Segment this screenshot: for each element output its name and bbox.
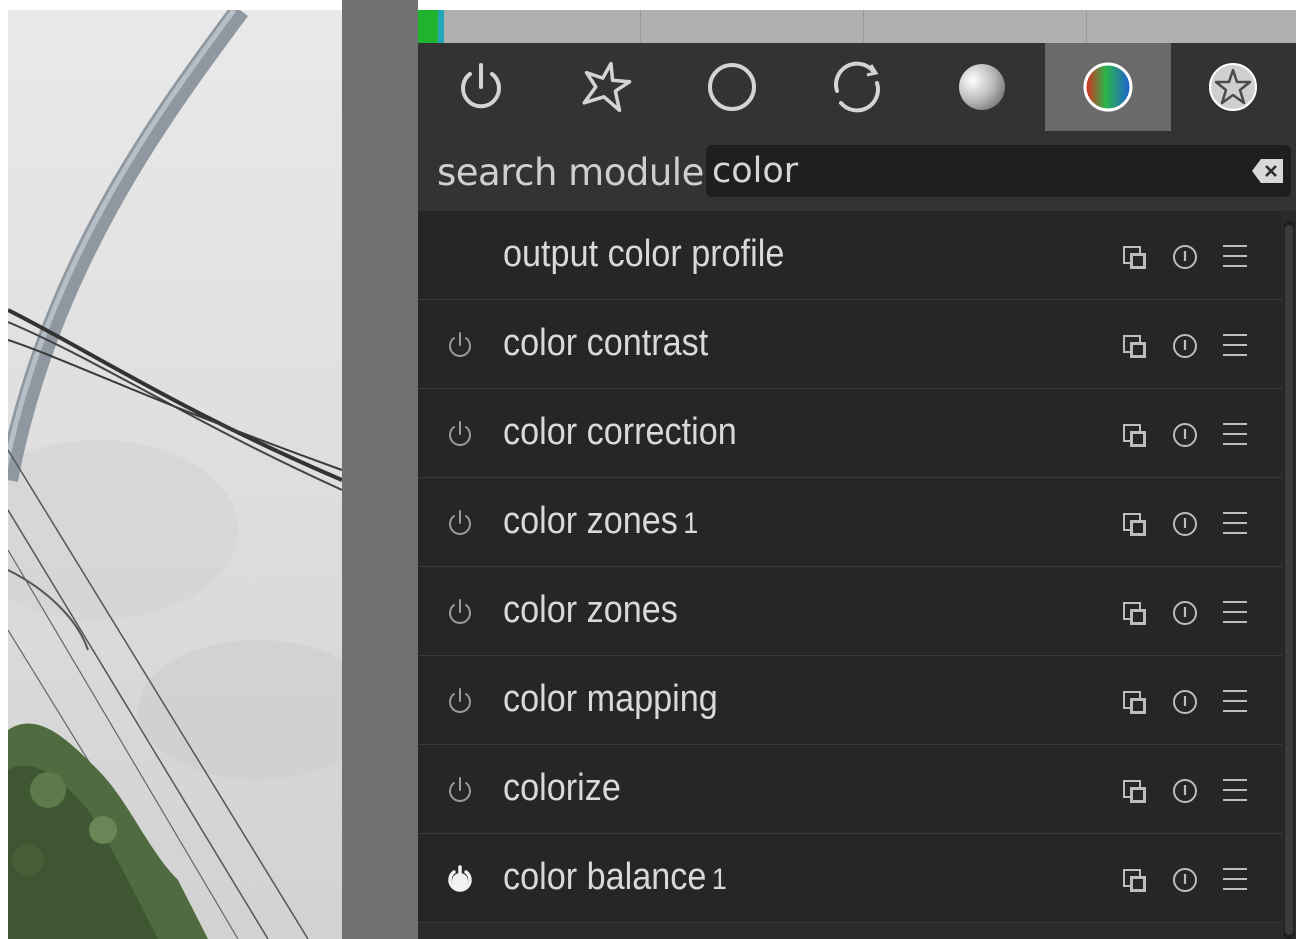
presets-menu-icon[interactable] — [1220, 686, 1250, 716]
color-sphere-icon — [1083, 62, 1133, 112]
reset-icon[interactable] — [1170, 687, 1200, 717]
tab-grayscale-group[interactable] — [920, 43, 1045, 131]
tab-tone-group[interactable] — [794, 43, 919, 131]
tab-color-group[interactable] — [1045, 43, 1171, 131]
module-group-tabs — [418, 43, 1296, 131]
module-name: colorize — [503, 763, 626, 816]
module-name-text: color mapping — [503, 678, 718, 720]
module-name-text: output color profile — [503, 233, 785, 275]
panel-gutter — [342, 0, 418, 939]
module-header-5[interactable]: color mapping — [418, 656, 1282, 745]
reset-icon[interactable] — [1170, 598, 1200, 628]
histogram-green-marker — [418, 10, 438, 43]
multi-instance-icon[interactable] — [1120, 599, 1150, 629]
presets-menu-icon[interactable] — [1220, 241, 1250, 271]
module-power-icon[interactable] — [444, 774, 476, 806]
presets-menu-icon[interactable] — [1220, 508, 1250, 538]
multi-instance-icon[interactable] — [1120, 421, 1150, 451]
gray-sphere-icon — [959, 64, 1006, 110]
module-name: color correction — [503, 407, 742, 460]
module-power-icon[interactable] — [444, 329, 476, 361]
module-name-text: colorize — [503, 767, 621, 809]
module-name: output color profile — [503, 229, 790, 282]
presets-menu-icon[interactable] — [1220, 864, 1250, 894]
module-header-4[interactable]: color zones — [418, 567, 1282, 656]
module-name: color zones 1 — [503, 496, 698, 549]
tab-active-modules[interactable] — [418, 43, 543, 131]
clear-search-icon[interactable] — [1251, 158, 1285, 184]
search-box[interactable] — [706, 145, 1291, 197]
histogram-strip — [418, 10, 1296, 43]
presets-menu-icon[interactable] — [1220, 419, 1250, 449]
module-header-6[interactable]: colorize — [418, 745, 1282, 834]
rotate-icon — [833, 61, 880, 113]
module-power-icon[interactable] — [444, 685, 476, 717]
module-name: color balance 1 — [503, 852, 727, 905]
module-instance-number: 1 — [683, 507, 699, 540]
module-power-icon[interactable] — [444, 863, 476, 895]
module-name-text: color correction — [503, 411, 737, 453]
module-name: color contrast — [503, 318, 714, 371]
module-header-0[interactable]: output color profile — [418, 211, 1282, 300]
search-module-label: search module — [437, 151, 704, 194]
histogram-divider — [1086, 10, 1087, 43]
module-power-icon[interactable] — [444, 507, 476, 539]
module-header-2[interactable]: color correction — [418, 389, 1282, 478]
circle-icon — [707, 63, 756, 111]
tab-effects-group[interactable] — [1171, 43, 1296, 131]
reset-icon[interactable] — [1170, 865, 1200, 895]
histogram-cyan-marker — [438, 10, 444, 43]
module-header-1[interactable]: color contrast — [418, 300, 1282, 389]
window-top-edge — [0, 0, 1296, 10]
multi-instance-icon[interactable] — [1120, 243, 1150, 273]
multi-instance-icon[interactable] — [1120, 510, 1150, 540]
module-name-text: color zones — [503, 589, 678, 631]
reset-icon[interactable] — [1170, 242, 1200, 272]
presets-menu-icon[interactable] — [1220, 330, 1250, 360]
module-name: color zones — [503, 585, 683, 638]
module-name: color mapping — [503, 674, 723, 727]
star-icon — [582, 61, 632, 113]
window-left-edge — [0, 0, 8, 939]
module-header-3[interactable]: color zones 1 — [418, 478, 1282, 567]
multi-instance-icon[interactable] — [1120, 866, 1150, 896]
module-power-icon[interactable] — [444, 418, 476, 450]
scrollbar-thumb[interactable] — [1285, 225, 1293, 935]
module-power-icon[interactable] — [444, 596, 476, 628]
module-list-scrollbar[interactable] — [1284, 221, 1294, 939]
module-header-7[interactable]: color balance 1 — [418, 834, 1282, 923]
reset-icon[interactable] — [1170, 509, 1200, 539]
reset-icon[interactable] — [1170, 331, 1200, 361]
image-preview[interactable] — [8, 10, 342, 939]
module-list: output color profile color contrast colo… — [418, 211, 1282, 939]
module-name-text: color zones — [503, 500, 678, 542]
photo-canvas — [8, 10, 342, 939]
module-name-text: color balance — [503, 856, 707, 898]
module-instance-number: 1 — [711, 863, 727, 896]
histogram-divider — [863, 10, 864, 43]
power-icon — [460, 63, 501, 109]
multi-instance-icon[interactable] — [1120, 777, 1150, 807]
darkroom-right-panel: search module output color profile — [418, 10, 1296, 939]
presets-menu-icon[interactable] — [1220, 775, 1250, 805]
presets-menu-icon[interactable] — [1220, 597, 1250, 627]
module-name-text: color contrast — [503, 322, 709, 364]
reset-icon[interactable] — [1170, 776, 1200, 806]
tab-basic-group[interactable] — [669, 43, 794, 131]
tab-favorites[interactable] — [543, 43, 668, 131]
search-module-input[interactable] — [712, 149, 1232, 193]
reset-icon[interactable] — [1170, 420, 1200, 450]
search-module-row: search module — [418, 131, 1296, 211]
multi-instance-icon[interactable] — [1120, 332, 1150, 362]
multi-instance-icon[interactable] — [1120, 688, 1150, 718]
effect-star-icon — [1209, 63, 1258, 111]
histogram-divider — [640, 10, 641, 43]
